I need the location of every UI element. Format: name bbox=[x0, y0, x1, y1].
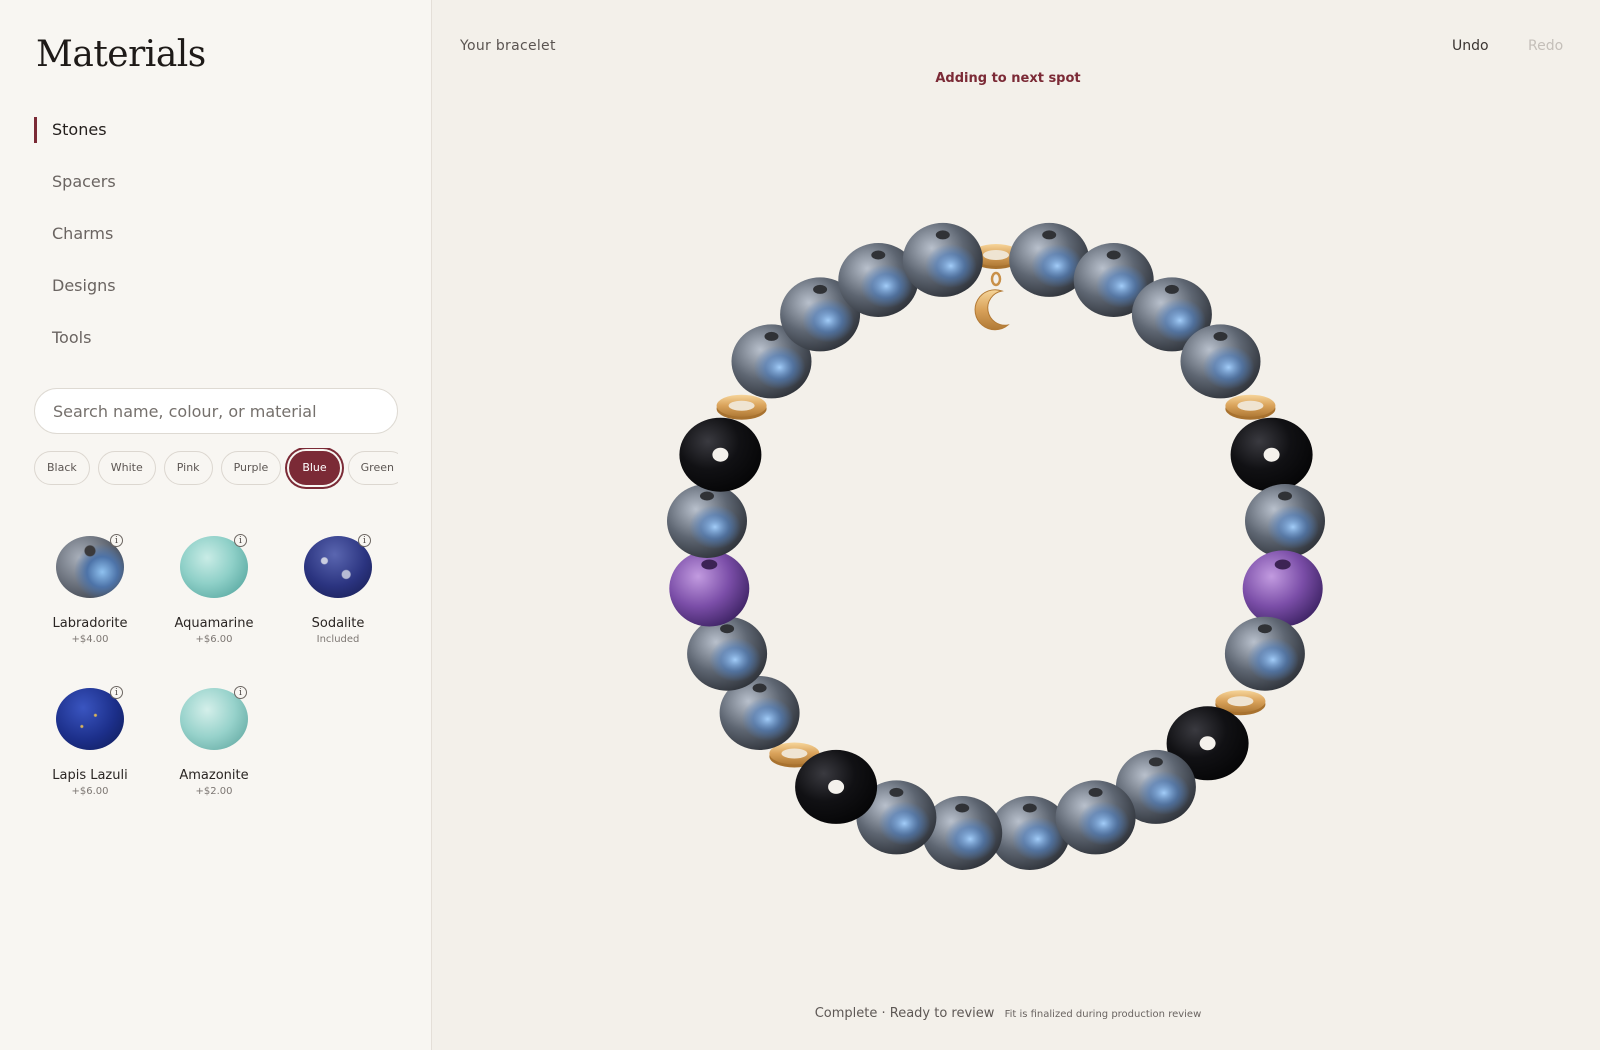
stone-name: Sodalite bbox=[311, 616, 365, 631]
labradorite-bead[interactable] bbox=[1180, 324, 1261, 399]
onyx-bead[interactable] bbox=[1230, 417, 1313, 492]
stone-price: +$2.00 bbox=[195, 786, 233, 797]
filter-chip-blue[interactable]: Blue bbox=[289, 451, 340, 485]
stone-card-aquamarine[interactable]: i Aquamarine +$6.00 bbox=[158, 530, 270, 660]
gold-spacer[interactable] bbox=[716, 394, 767, 420]
stone-card-lapis-lazuli[interactable]: i Lapis Lazuli +$6.00 bbox=[34, 682, 146, 812]
footer-status: Complete · Ready to review Fit is finali… bbox=[432, 1006, 1584, 1021]
category-nav: Stones Spacers Charms Designs Tools bbox=[34, 110, 394, 370]
stone-name: Lapis Lazuli bbox=[52, 768, 128, 783]
bracelet-beads bbox=[667, 222, 1325, 870]
color-filter-chips: Black White Pink Purple Blue Green bbox=[34, 448, 398, 492]
labradorite-bead[interactable] bbox=[1245, 484, 1325, 558]
stone-card-sodalite[interactable]: i Sodalite Included bbox=[282, 530, 394, 660]
stone-name: Amazonite bbox=[179, 768, 249, 783]
stone-price: Included bbox=[316, 634, 360, 645]
labradorite-bead[interactable] bbox=[687, 616, 768, 691]
bracelet-workspace: Your bracelet Undo Redo Adding to next s… bbox=[432, 0, 1600, 1050]
labradorite-bead[interactable] bbox=[902, 222, 983, 297]
completion-status: Complete · Ready to review bbox=[814, 1006, 995, 1021]
onyx-bead[interactable] bbox=[679, 417, 762, 492]
info-icon[interactable]: i bbox=[358, 534, 371, 547]
stone-price: +$6.00 bbox=[71, 786, 109, 797]
fit-note: Fit is finalized during production revie… bbox=[1004, 1009, 1202, 1020]
nav-item-designs[interactable]: Designs bbox=[34, 266, 394, 318]
workspace-title: Your bracelet bbox=[460, 38, 556, 54]
materials-sidebar: Materials Stones Spacers Charms Designs … bbox=[0, 0, 432, 1050]
filter-chip-pink[interactable]: Pink bbox=[163, 451, 213, 485]
filter-chip-black[interactable]: Black bbox=[34, 451, 90, 485]
bracelet-canvas bbox=[667, 222, 1325, 870]
filter-chip-green[interactable]: Green bbox=[347, 451, 398, 485]
stone-card-labradorite[interactable]: i Labradorite +$4.00 bbox=[34, 530, 146, 660]
nav-item-tools[interactable]: Tools bbox=[34, 318, 394, 370]
stone-price: +$6.00 bbox=[195, 634, 233, 645]
sidebar-title: Materials bbox=[36, 34, 206, 75]
stone-card-amazonite[interactable]: i Amazonite +$2.00 bbox=[158, 682, 270, 812]
labradorite-bead[interactable] bbox=[667, 484, 747, 558]
labradorite-bead[interactable] bbox=[1224, 616, 1305, 691]
moon-charm-icon[interactable] bbox=[974, 271, 1010, 331]
stone-name: Labradorite bbox=[52, 616, 128, 631]
redo-button[interactable]: Redo bbox=[1528, 38, 1563, 54]
info-icon[interactable]: i bbox=[234, 534, 247, 547]
nav-item-stones[interactable]: Stones bbox=[34, 110, 394, 162]
onyx-bead[interactable] bbox=[795, 749, 878, 824]
nav-item-spacers[interactable]: Spacers bbox=[34, 162, 394, 214]
gold-spacer[interactable] bbox=[1225, 394, 1276, 420]
nav-item-charms[interactable]: Charms bbox=[34, 214, 394, 266]
undo-button[interactable]: Undo bbox=[1452, 38, 1489, 54]
info-icon[interactable]: i bbox=[234, 686, 247, 699]
stone-price: +$4.00 bbox=[71, 634, 109, 645]
filter-chip-purple[interactable]: Purple bbox=[220, 451, 282, 485]
amethyst-bead[interactable] bbox=[669, 550, 750, 627]
labradorite-bead[interactable] bbox=[1055, 780, 1136, 855]
search-input[interactable] bbox=[34, 388, 398, 434]
filter-chip-white[interactable]: White bbox=[97, 451, 156, 485]
placement-status: Adding to next spot bbox=[935, 71, 1081, 86]
stone-name: Aquamarine bbox=[174, 616, 254, 631]
info-icon[interactable]: i bbox=[110, 686, 123, 699]
amethyst-bead[interactable] bbox=[1242, 550, 1323, 627]
info-icon[interactable]: i bbox=[110, 534, 123, 547]
